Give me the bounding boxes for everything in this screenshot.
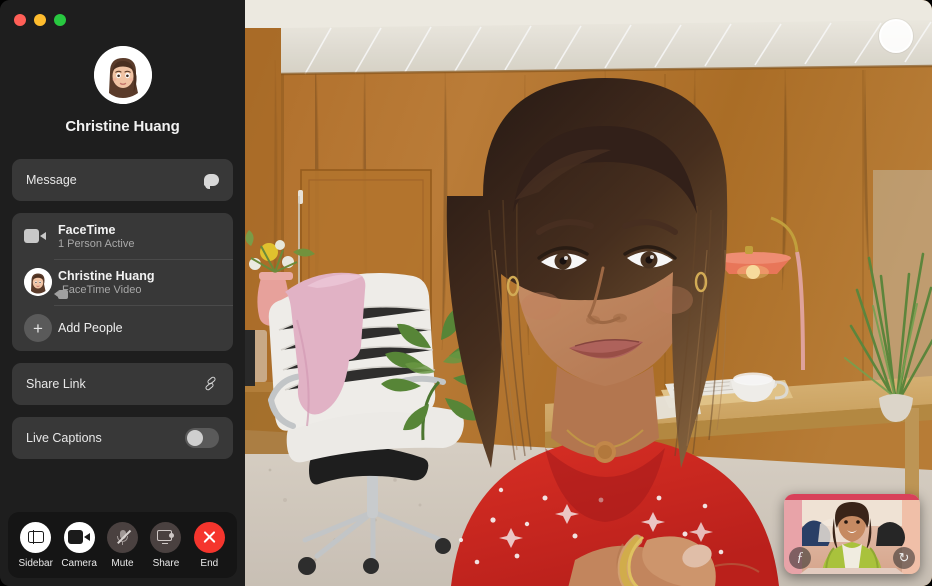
share-link-label: Share Link	[26, 377, 86, 391]
capture-ring-button[interactable]	[879, 19, 913, 53]
list-item-participant[interactable]: Christine Huang FaceTime Video	[12, 259, 233, 305]
live-captions-toggle[interactable]	[185, 428, 219, 448]
effects-icon[interactable]: ƒ	[789, 547, 811, 569]
video-camera-icon	[63, 521, 95, 553]
memoji-avatar	[93, 46, 152, 104]
call-controls-toolbar: Sidebar Camera Mute Share End	[8, 512, 237, 578]
page-title: Christine Huang	[65, 118, 180, 135]
microphone-muted-icon	[107, 521, 139, 553]
share-button-label: Share	[152, 557, 180, 569]
end-call-button[interactable]: End	[188, 521, 231, 569]
memoji-avatar	[24, 268, 58, 296]
list-item-subtitle: FaceTime Video	[62, 283, 142, 296]
live-captions-label: Live Captions	[26, 431, 102, 445]
sidebar-button-label: Sidebar	[18, 557, 53, 569]
message-card: Message	[12, 159, 233, 201]
list-item-facetime[interactable]: FaceTime 1 Person Active	[12, 213, 233, 259]
plus-icon: +	[24, 314, 58, 342]
camera-button-label: Camera	[61, 557, 97, 569]
list-item-subtitle: 1 Person Active	[58, 237, 135, 250]
effects-glyph: ƒ	[796, 550, 804, 565]
close-button[interactable]	[14, 14, 26, 26]
profile-header: Christine Huang	[0, 46, 245, 135]
flip-glyph: ↻	[898, 550, 910, 565]
zoom-button[interactable]	[54, 14, 66, 26]
share-link-row[interactable]: Share Link	[12, 363, 233, 405]
live-captions-row: Live Captions	[12, 417, 233, 459]
flip-camera-icon[interactable]: ↻	[893, 547, 915, 569]
add-people-label: Add People	[58, 321, 123, 335]
list-item-subtitle-wrap: FaceTime Video	[54, 283, 155, 299]
mute-button-label: Mute	[111, 557, 134, 569]
message-row[interactable]: Message	[12, 159, 233, 201]
share-link-card: Share Link	[12, 363, 233, 405]
sidebar-body: Message FaceTime 1 Person Active Christi…	[0, 159, 245, 471]
window-controls	[14, 14, 66, 26]
video-stage[interactable]: ƒ ↻	[245, 0, 932, 586]
add-people-button[interactable]: + Add People	[12, 305, 233, 351]
message-bubble-icon	[204, 174, 219, 189]
minimize-button[interactable]	[34, 14, 46, 26]
mute-button[interactable]: Mute	[101, 521, 144, 569]
call-participants-card: FaceTime 1 Person Active Christine Huang…	[12, 213, 233, 351]
sidebar-icon	[20, 521, 52, 553]
self-view-pip[interactable]: ƒ ↻	[784, 494, 920, 574]
facetime-window: Christine Huang Message FaceTime 1 Perso…	[0, 0, 932, 586]
list-item-title: FaceTime	[58, 222, 116, 237]
live-captions-card: Live Captions	[12, 417, 233, 459]
screen-share-icon	[150, 521, 182, 553]
share-screen-button[interactable]: Share	[144, 521, 187, 569]
end-button-label: End	[200, 557, 219, 569]
list-item-title: Christine Huang	[58, 268, 155, 283]
sidebar-toggle-button[interactable]: Sidebar	[14, 521, 57, 569]
link-icon	[203, 375, 219, 392]
close-x-icon	[193, 521, 225, 553]
video-camera-icon	[24, 229, 58, 243]
message-label: Message	[26, 173, 77, 187]
sidebar: Christine Huang Message FaceTime 1 Perso…	[0, 0, 245, 586]
camera-button[interactable]: Camera	[57, 521, 100, 569]
